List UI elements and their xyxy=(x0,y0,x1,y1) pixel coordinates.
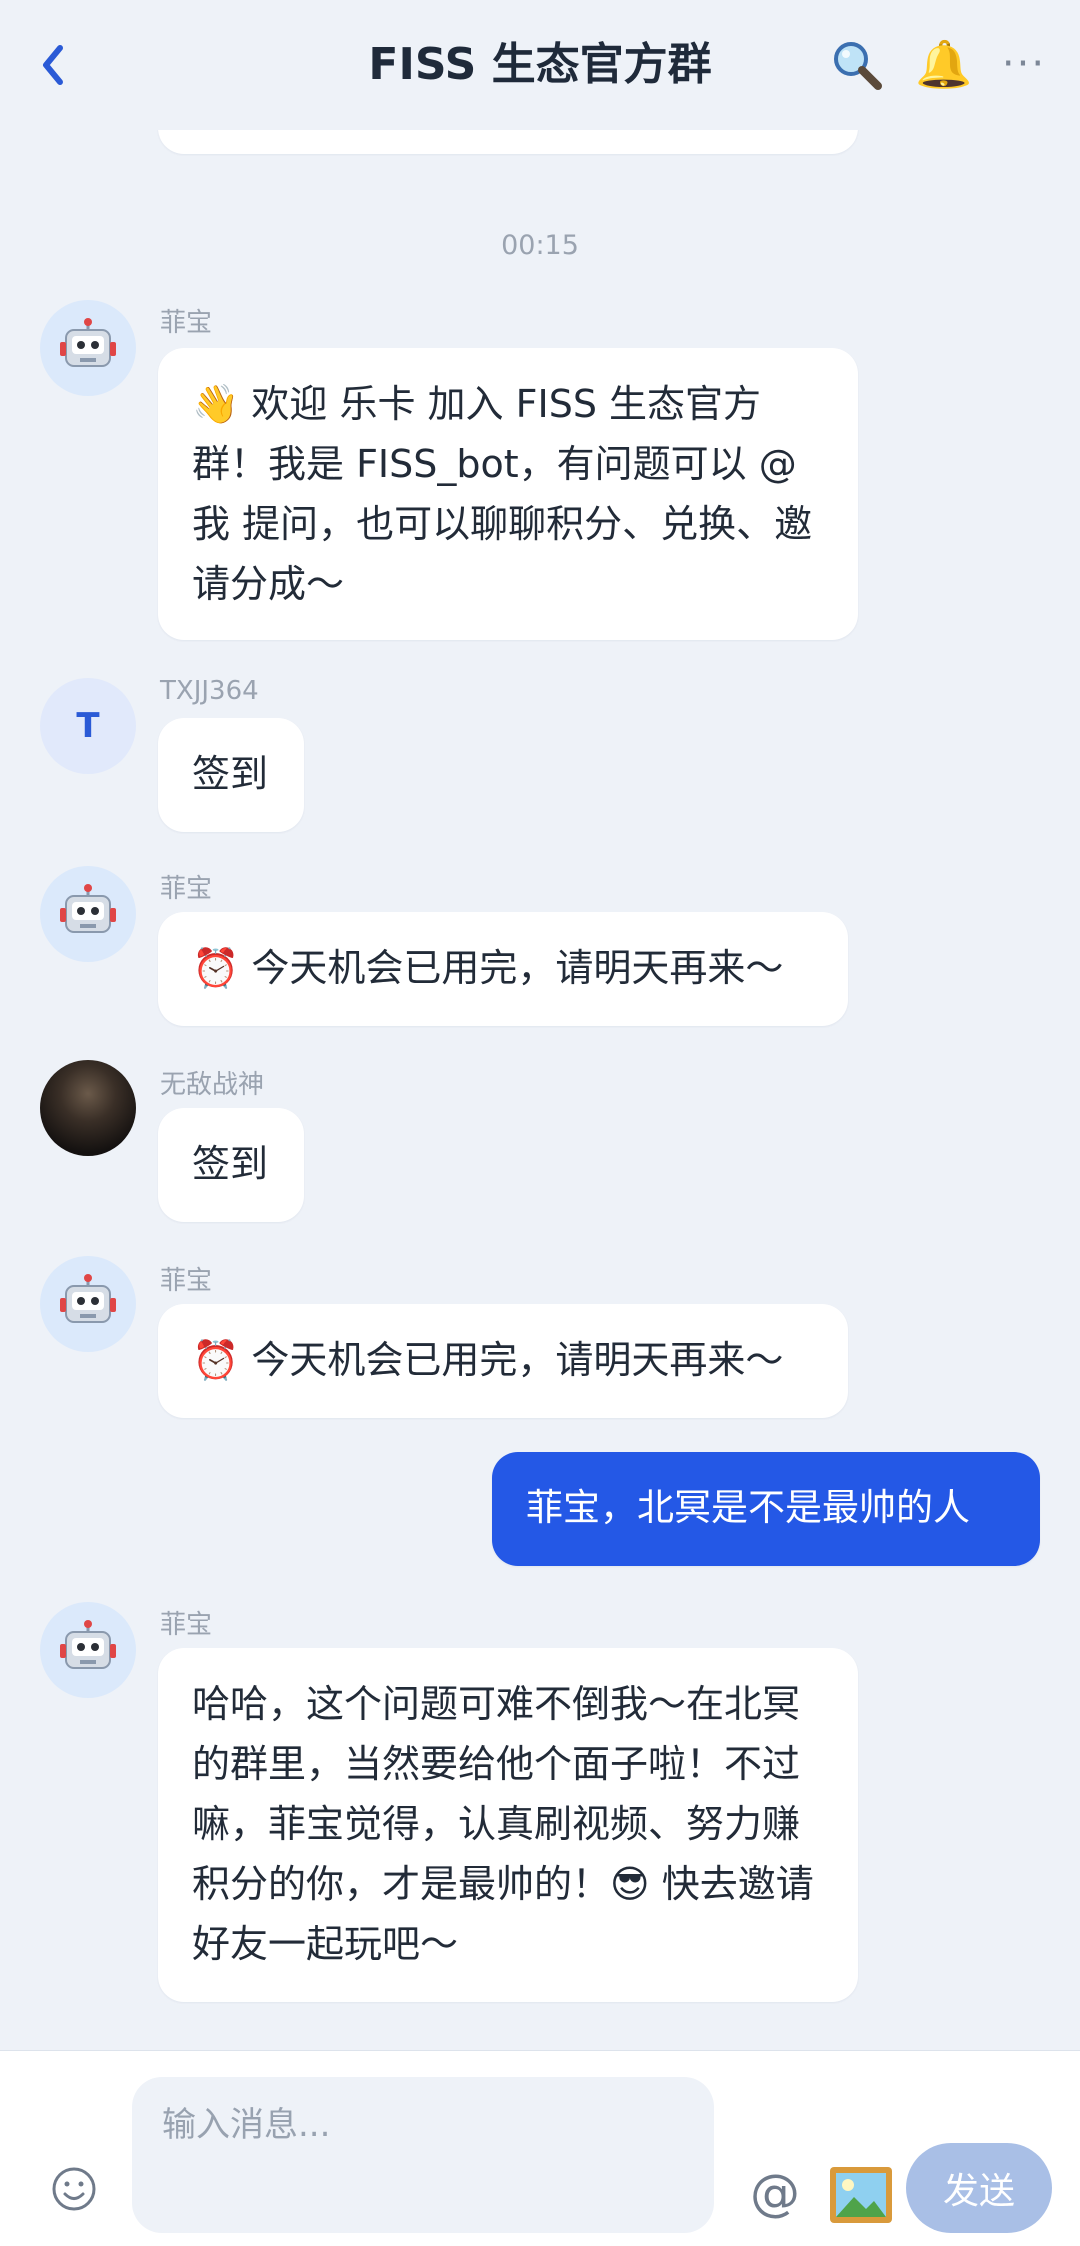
message-bubble: 签到 xyxy=(158,1108,304,1222)
sender-name: 菲宝 xyxy=(160,1266,213,1296)
emoji-button[interactable] xyxy=(48,2163,100,2215)
message-bubble: 签到 xyxy=(158,718,304,832)
robot-icon xyxy=(60,1620,116,1669)
message-bubble: 哈哈，这个问题可难不倒我～在北冥的群里，当然要给他个面子啦！不过嘛，菲宝觉得，认… xyxy=(158,1648,858,2002)
message-composer: @ 发送 xyxy=(0,2050,1080,2246)
sender-name: 无敌战神 xyxy=(160,1070,265,1100)
notification-button[interactable]: 🔔 xyxy=(914,34,974,94)
message-bubble-partial xyxy=(158,130,858,154)
search-icon xyxy=(834,42,882,90)
message-bubble: 👋 欢迎 乐卡 加入 FISS 生态官方群！我是 FISS_bot，有问题可以 … xyxy=(158,348,858,640)
image-icon xyxy=(830,2167,892,2223)
robot-icon xyxy=(60,1274,116,1323)
robot-icon xyxy=(60,884,116,933)
search-button[interactable] xyxy=(826,34,886,94)
message-bubble: ⏰ 今天机会已用完，请明天再来～ xyxy=(158,912,848,1026)
avatar[interactable] xyxy=(40,866,136,962)
sender-name: TXJJ364 xyxy=(160,676,259,706)
avatar[interactable] xyxy=(40,1060,136,1156)
image-button[interactable] xyxy=(828,2165,894,2225)
my-message-bubble: 菲宝，北冥是不是最帅的人 xyxy=(492,1452,1040,1566)
chat-header: FISS 生态官方群 🔔 ··· xyxy=(0,0,1080,130)
more-button[interactable]: ··· xyxy=(994,34,1054,94)
robot-icon xyxy=(60,318,116,367)
avatar[interactable] xyxy=(40,300,136,396)
avatar[interactable] xyxy=(40,1602,136,1698)
message-input[interactable] xyxy=(132,2077,714,2233)
emoji-icon xyxy=(52,2167,96,2211)
send-button[interactable]: 发送 xyxy=(906,2143,1052,2233)
message-list[interactable]: 00:15 菲宝 👋 欢迎 乐卡 加入 FISS 生态官方群！我是 FISS_b… xyxy=(0,130,1080,2050)
more-icon: ··· xyxy=(1001,41,1047,87)
avatar[interactable]: T xyxy=(40,678,136,774)
avatar[interactable] xyxy=(40,1256,136,1352)
message-bubble: ⏰ 今天机会已用完，请明天再来～ xyxy=(158,1304,848,1418)
timestamp: 00:15 xyxy=(501,230,579,261)
sender-name: 菲宝 xyxy=(160,308,213,338)
sender-name: 菲宝 xyxy=(160,1610,213,1640)
mention-button[interactable]: @ xyxy=(750,2163,800,2223)
sender-name: 菲宝 xyxy=(160,874,213,904)
bell-icon: 🔔 xyxy=(915,37,973,91)
